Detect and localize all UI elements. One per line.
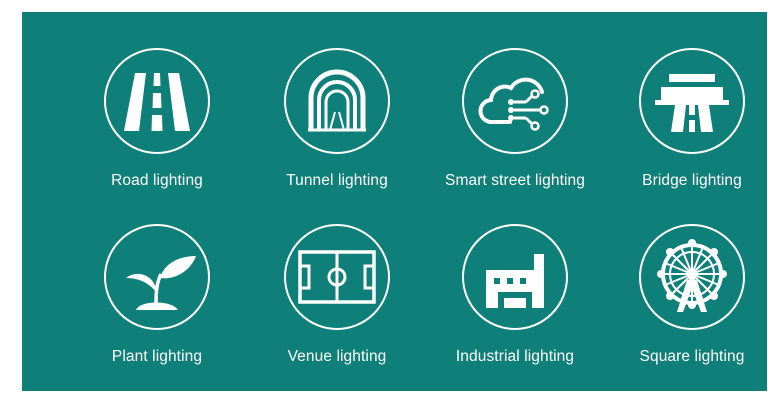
category-smart-street-lighting[interactable]: Smart street lighting: [425, 48, 605, 198]
category-plant-lighting[interactable]: Plant lighting: [67, 224, 247, 374]
ferris-wheel-icon: [639, 224, 745, 330]
category-label: Smart street lighting: [445, 172, 585, 189]
category-label: Tunnel lighting: [286, 172, 388, 189]
bridge-icon: [639, 48, 745, 154]
category-venue-lighting[interactable]: Venue lighting: [247, 224, 427, 374]
category-label: Plant lighting: [111, 348, 203, 365]
category-square-lighting[interactable]: Square lighting: [602, 224, 768, 374]
cloud-circuit-icon: [462, 48, 568, 154]
factory-icon: [462, 224, 568, 330]
category-road-lighting[interactable]: Road lighting: [67, 48, 247, 198]
lighting-categories-panel: Road lighting Tunnel lighting Smart stre…: [22, 12, 767, 391]
category-label: Industrial lighting: [455, 348, 575, 365]
category-bridge-lighting[interactable]: Bridge lighting: [602, 48, 768, 198]
category-tunnel-lighting[interactable]: Tunnel lighting: [247, 48, 427, 198]
sprout-icon: [104, 224, 210, 330]
category-label: Square lighting: [639, 348, 745, 365]
category-label: Venue lighting: [287, 348, 387, 365]
category-label: Road lighting: [111, 172, 203, 189]
tunnel-icon: [284, 48, 390, 154]
category-industrial-lighting[interactable]: Industrial lighting: [425, 224, 605, 374]
road-icon: [104, 48, 210, 154]
category-label: Bridge lighting: [642, 172, 742, 189]
football-field-icon: [284, 224, 390, 330]
